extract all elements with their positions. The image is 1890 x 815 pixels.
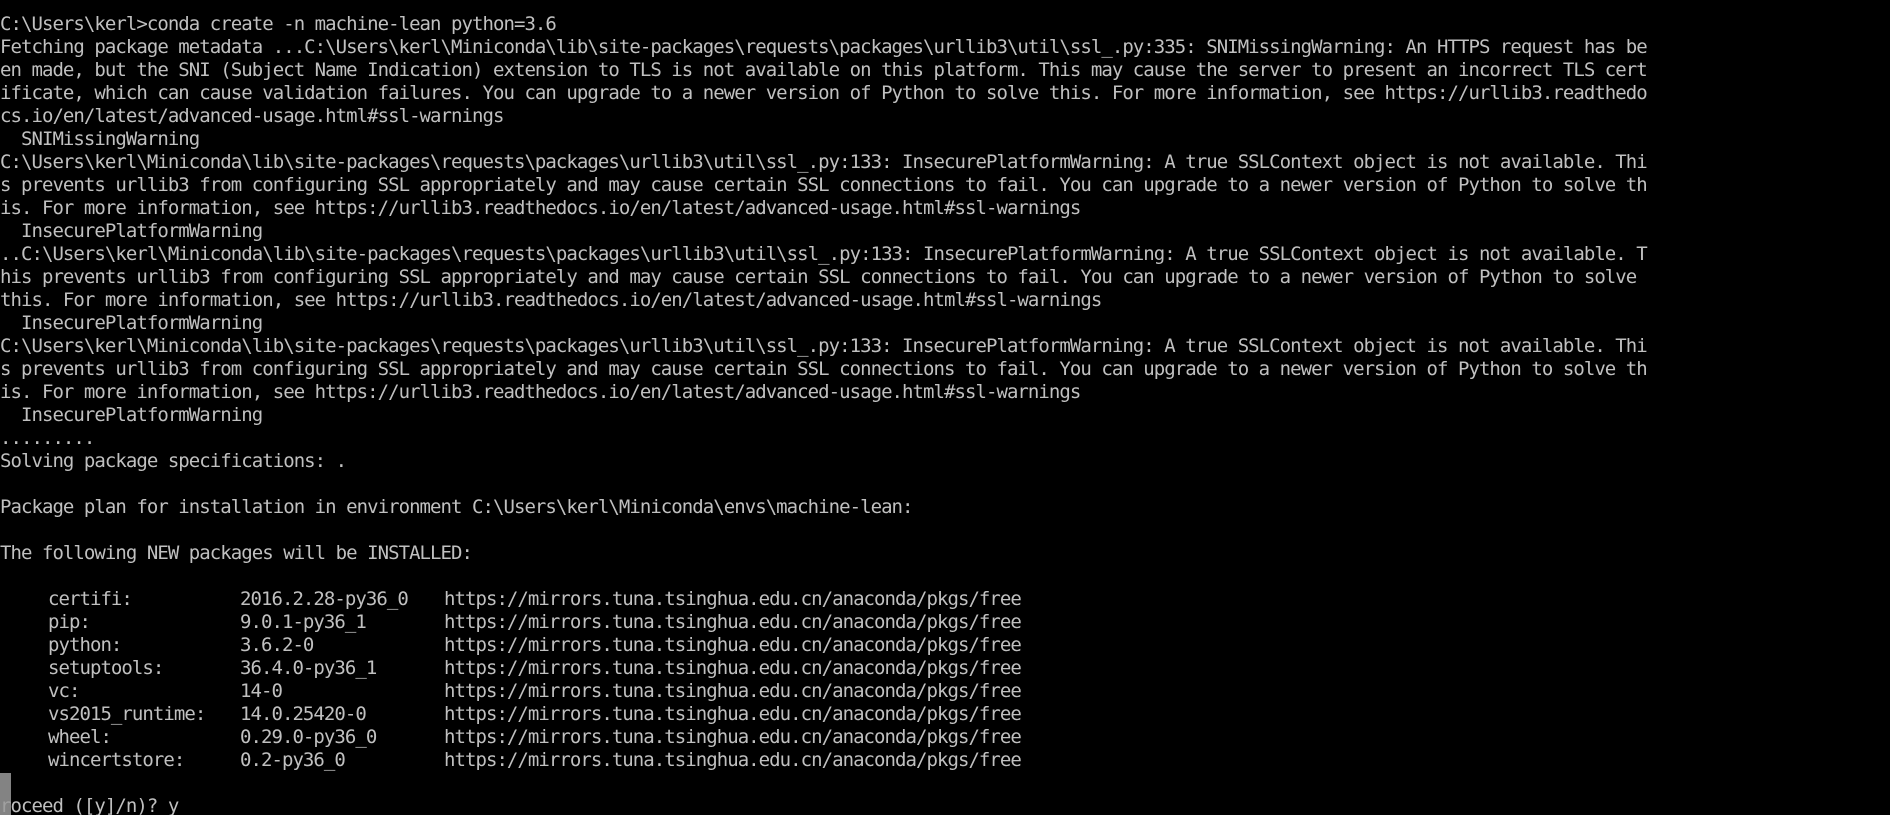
terminal-line: ..C:\Users\kerl\Miniconda\lib\site-packa…: [0, 243, 1648, 265]
package-row: vs2015_runtime: 14.0.25420-0 https://mirro…: [0, 703, 1890, 726]
package-channel-url: https://mirrors.tuna.tsinghua.edu.cn/ana…: [444, 749, 1022, 771]
package-name: vc:: [48, 680, 80, 702]
package-version: 0.2-py36_0: [240, 749, 346, 771]
package-channel-url: https://mirrors.tuna.tsinghua.edu.cn/ana…: [444, 680, 1022, 702]
terminal-output: C:\Users\kerl>conda create -n machine-le…: [0, 13, 1890, 815]
package-row: setuptools: 36.4.0-py36_1 https://mirrors.…: [0, 657, 1890, 680]
package-version: 2016.2.28-py36_0: [240, 588, 409, 610]
terminal-line: ificate, which can cause validation fail…: [0, 82, 1648, 104]
package-channel-url: https://mirrors.tuna.tsinghua.edu.cn/ana…: [444, 703, 1022, 725]
package-name: certifi:: [48, 588, 133, 610]
terminal-line: C:\Users\kerl>conda create -n machine-le…: [0, 13, 557, 35]
prompt-lines: roceed ([y]/n)? y: [0, 772, 1890, 815]
package-row: wincertstore: 0.2-py36_0 https://mirrors.t…: [0, 749, 1890, 772]
text-cursor: [0, 773, 11, 815]
terminal-window[interactable]: C:\Users\kerl>conda create -n machine-le…: [0, 0, 1890, 815]
terminal-line: Solving package specifications: .: [0, 450, 347, 472]
package-version: 36.4.0-py36_1: [240, 657, 377, 679]
package-row: pip: 9.0.1-py36_1 https://mirrors.tuna.tsi…: [0, 611, 1890, 634]
terminal-line: cs.io/en/latest/advanced-usage.html#ssl-…: [0, 105, 504, 127]
terminal-line: InsecurePlatformWarning: [0, 220, 263, 242]
output-lines: C:\Users\kerl>conda create -n machine-le…: [0, 13, 1890, 588]
package-list: certifi: 2016.2.28-py36_0 https://mirrors.…: [0, 588, 1890, 772]
package-channel-url: https://mirrors.tuna.tsinghua.edu.cn/ana…: [444, 611, 1022, 633]
package-name: pip:: [48, 611, 91, 633]
package-row: vc: 14-0 https://mirrors.tuna.tsinghua.edu…: [0, 680, 1890, 703]
package-version: 14-0: [240, 680, 283, 702]
terminal-line: this. For more information, see https://…: [0, 289, 1102, 311]
terminal-line: en made, but the SNI (Subject Name Indic…: [0, 59, 1648, 81]
package-name: python:: [48, 634, 122, 656]
terminal-line: InsecurePlatformWarning: [0, 312, 263, 334]
terminal-line: C:\Users\kerl\Miniconda\lib\site-package…: [0, 335, 1648, 357]
package-channel-url: https://mirrors.tuna.tsinghua.edu.cn/ana…: [444, 726, 1022, 748]
confirm-prompt: roceed ([y]/n)? y: [0, 795, 179, 815]
terminal-line: Fetching package metadata ...C:\Users\ke…: [0, 36, 1648, 58]
package-channel-url: https://mirrors.tuna.tsinghua.edu.cn/ana…: [444, 657, 1022, 679]
terminal-line: The following NEW packages will be INSTA…: [0, 542, 473, 564]
package-version: 9.0.1-py36_1: [240, 611, 367, 633]
package-version: 0.29.0-py36_0: [240, 726, 377, 748]
package-channel-url: https://mirrors.tuna.tsinghua.edu.cn/ana…: [444, 588, 1022, 610]
terminal-line: is. For more information, see https://ur…: [0, 197, 1081, 219]
terminal-line: .........: [0, 427, 95, 449]
terminal-line: s prevents urllib3 from configuring SSL …: [0, 358, 1648, 380]
terminal-line: Package plan for installation in environ…: [0, 496, 913, 518]
package-row: python: 3.6.2-0 https://mirrors.tuna.tsing…: [0, 634, 1890, 657]
package-row: wheel: 0.29.0-py36_0 https://mirrors.tuna.…: [0, 726, 1890, 749]
terminal-line: his prevents urllib3 from configuring SS…: [0, 266, 1637, 288]
package-row: certifi: 2016.2.28-py36_0 https://mirrors.…: [0, 588, 1890, 611]
terminal-line: is. For more information, see https://ur…: [0, 381, 1081, 403]
package-name: wincertstore:: [48, 749, 185, 771]
terminal-line: s prevents urllib3 from configuring SSL …: [0, 174, 1648, 196]
package-name: vs2015_runtime:: [48, 703, 206, 725]
package-name: setuptools:: [48, 657, 164, 679]
package-version: 14.0.25420-0: [240, 703, 367, 725]
terminal-line: InsecurePlatformWarning: [0, 404, 263, 426]
terminal-line: C:\Users\kerl\Miniconda\lib\site-package…: [0, 151, 1648, 173]
package-channel-url: https://mirrors.tuna.tsinghua.edu.cn/ana…: [444, 634, 1022, 656]
package-version: 3.6.2-0: [240, 634, 314, 656]
terminal-line: SNIMissingWarning: [0, 128, 200, 150]
package-name: wheel:: [48, 726, 112, 748]
